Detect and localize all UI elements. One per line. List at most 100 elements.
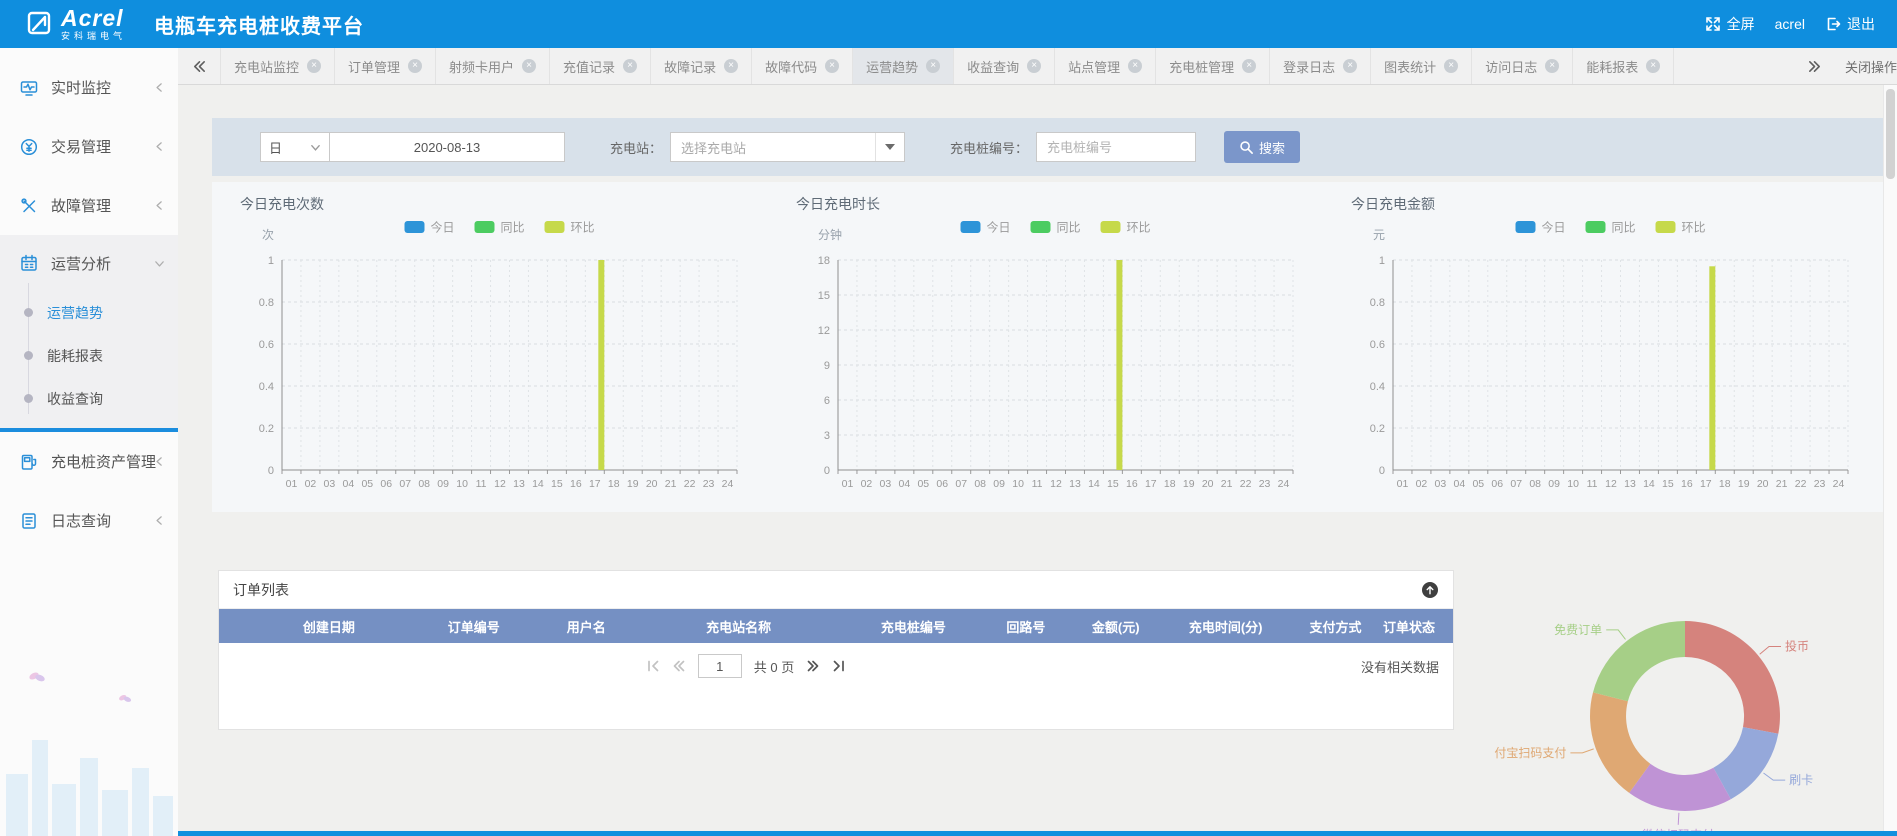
sidebar-item-故障管理[interactable]: 故障管理 bbox=[0, 176, 178, 235]
tab-收益查询[interactable]: 收益查询 × bbox=[954, 48, 1055, 84]
tab-图表统计[interactable]: 图表统计 × bbox=[1371, 48, 1472, 84]
tab-label: 运营趋势 bbox=[866, 57, 918, 76]
bullet-dot-icon bbox=[24, 308, 33, 317]
sidebar-item-label: 交易管理 bbox=[51, 136, 111, 157]
double-chevron-left-icon bbox=[192, 59, 207, 74]
tab-close-icon[interactable]: × bbox=[1343, 59, 1357, 73]
tab-close-icon[interactable]: × bbox=[825, 59, 839, 73]
tab-故障记录[interactable]: 故障记录 × bbox=[651, 48, 752, 84]
tab-close-icon[interactable]: × bbox=[926, 59, 940, 73]
svg-text:今日充电时长: 今日充电时长 bbox=[796, 196, 880, 212]
tab-label: 故障记录 bbox=[664, 57, 716, 76]
next-page-button[interactable] bbox=[806, 659, 820, 673]
tab-close-icon[interactable]: × bbox=[307, 59, 321, 73]
tab-射频卡用户[interactable]: 射频卡用户× bbox=[436, 48, 550, 84]
sidebar-item-运营分析[interactable]: 运营分析 bbox=[0, 235, 178, 291]
svg-text:14: 14 bbox=[1643, 478, 1655, 490]
daily-charge-count-chart: 今日充电次数次今日同比环比10.80.60.40.200102030405060… bbox=[232, 190, 752, 500]
svg-text:13: 13 bbox=[1069, 478, 1081, 490]
tab-登录日志[interactable]: 登录日志× bbox=[1270, 48, 1371, 84]
no-data-message: 没有相关数据 bbox=[1361, 657, 1439, 676]
tab-close-icon[interactable]: × bbox=[724, 59, 738, 73]
tabs-scroll-left-button[interactable] bbox=[178, 48, 220, 84]
svg-text:1: 1 bbox=[1379, 255, 1385, 267]
svg-text:02: 02 bbox=[1416, 478, 1428, 490]
svg-text:21: 21 bbox=[665, 478, 677, 490]
svg-text:18: 18 bbox=[608, 478, 620, 490]
station-label: 充电站： bbox=[610, 138, 662, 157]
select-caret-icon bbox=[885, 144, 895, 150]
search-button[interactable]: 搜索 bbox=[1224, 131, 1300, 163]
svg-text:09: 09 bbox=[437, 478, 449, 490]
sidebar-item-充电桩资产管理[interactable]: 充电桩资产管理 bbox=[0, 432, 178, 491]
last-page-button[interactable] bbox=[832, 659, 846, 673]
sidebar-subitem-能耗报表[interactable]: 能耗报表 bbox=[0, 334, 178, 377]
page-number-input[interactable] bbox=[698, 654, 742, 678]
station-select[interactable]: 选择充电站 bbox=[670, 132, 905, 162]
daily-charge-amount-chart: 今日充电金额元今日同比环比10.80.60.40.200102030405060… bbox=[1343, 190, 1863, 500]
sidebar: 实时监控交易管理故障管理运营分析运营趋势能耗报表收益查询充电桩资产管理日志查询 bbox=[0, 48, 178, 836]
tab-label: 图表统计 bbox=[1384, 57, 1436, 76]
svg-text:23: 23 bbox=[1814, 478, 1826, 490]
svg-text:16: 16 bbox=[1126, 478, 1138, 490]
svg-text:今日: 今日 bbox=[1542, 220, 1566, 235]
logout-button[interactable]: 退出 bbox=[1825, 14, 1875, 34]
close-operations-menu[interactable]: 关闭操作 bbox=[1835, 57, 1897, 76]
svg-text:21: 21 bbox=[1220, 478, 1232, 490]
tab-订单管理[interactable]: 订单管理× bbox=[335, 48, 436, 84]
tab-访问日志[interactable]: 访问日志× bbox=[1472, 48, 1573, 84]
fullscreen-button[interactable]: 全屏 bbox=[1705, 14, 1755, 34]
svg-text:18: 18 bbox=[1163, 478, 1175, 490]
donut-slice-投币[interactable] bbox=[1685, 621, 1780, 734]
donut-slice-免费订单[interactable] bbox=[1593, 621, 1685, 701]
tab-close-icon[interactable]: × bbox=[1545, 59, 1559, 73]
tab-close-icon[interactable]: × bbox=[522, 59, 536, 73]
username[interactable]: acrel bbox=[1775, 16, 1805, 32]
date-input[interactable] bbox=[330, 132, 565, 162]
collapse-panel-icon[interactable] bbox=[1421, 581, 1439, 599]
tab-故障代码[interactable]: 故障代码× bbox=[752, 48, 853, 84]
tab-运营趋势[interactable]: 运营趋势 × bbox=[853, 48, 954, 84]
city-skyline-decoration bbox=[0, 666, 178, 836]
sidebar-item-实时监控[interactable]: 实时监控 bbox=[0, 58, 178, 117]
period-select[interactable]: 日 bbox=[260, 132, 330, 162]
sidebar-item-日志查询[interactable]: 日志查询 bbox=[0, 491, 178, 550]
tab-close-icon[interactable]: × bbox=[1242, 59, 1256, 73]
logout-icon bbox=[1825, 16, 1841, 32]
tab-充电桩管理[interactable]: 充电桩管理× bbox=[1156, 48, 1270, 84]
svg-text:24: 24 bbox=[722, 478, 734, 490]
column-header-创建日期: 创建日期 bbox=[249, 617, 409, 636]
tabs-scroll-right-button[interactable] bbox=[1793, 59, 1835, 74]
svg-text:08: 08 bbox=[418, 478, 430, 490]
tab-close-icon[interactable]: × bbox=[1128, 59, 1142, 73]
tab-close-icon[interactable]: × bbox=[1444, 59, 1458, 73]
butterfly-icon bbox=[28, 670, 46, 687]
vertical-scrollbar[interactable] bbox=[1883, 85, 1897, 831]
tab-充值记录[interactable]: 充值记录× bbox=[550, 48, 651, 84]
svg-text:今日: 今日 bbox=[431, 220, 455, 235]
tab-站点管理[interactable]: 站点管理× bbox=[1055, 48, 1156, 84]
svg-text:01: 01 bbox=[1397, 478, 1409, 490]
tab-close-icon[interactable]: × bbox=[1027, 59, 1041, 73]
sidebar-subitem-运营趋势[interactable]: 运营趋势 bbox=[0, 291, 178, 334]
chevron-left-icon bbox=[153, 140, 166, 153]
svg-text:元: 元 bbox=[1373, 228, 1385, 242]
tab-close-icon[interactable]: × bbox=[623, 59, 637, 73]
tab-能耗报表[interactable]: 能耗报表× bbox=[1573, 48, 1674, 84]
tab-label: 收益查询 bbox=[967, 57, 1019, 76]
first-page-button[interactable] bbox=[646, 659, 660, 673]
tab-close-icon[interactable]: × bbox=[1646, 59, 1660, 73]
sidebar-item-交易管理[interactable]: 交易管理 bbox=[0, 117, 178, 176]
app-header: Acrel 安科瑞电气 电瓶车充电桩收费平台 全屏 acrel 退出 bbox=[0, 0, 1897, 48]
acrel-logo-icon bbox=[26, 10, 54, 38]
previous-page-button[interactable] bbox=[672, 659, 686, 673]
svg-text:08: 08 bbox=[974, 478, 986, 490]
tab-充电站监控[interactable]: 充电站监控× bbox=[220, 48, 335, 84]
svg-text:05: 05 bbox=[361, 478, 373, 490]
sidebar-item-label: 故障管理 bbox=[51, 195, 111, 216]
svg-text:07: 07 bbox=[399, 478, 411, 490]
svg-text:环比: 环比 bbox=[571, 221, 595, 235]
tab-close-icon[interactable]: × bbox=[408, 59, 422, 73]
pile-number-input[interactable] bbox=[1036, 132, 1196, 162]
sidebar-subitem-收益查询[interactable]: 收益查询 bbox=[0, 377, 178, 420]
